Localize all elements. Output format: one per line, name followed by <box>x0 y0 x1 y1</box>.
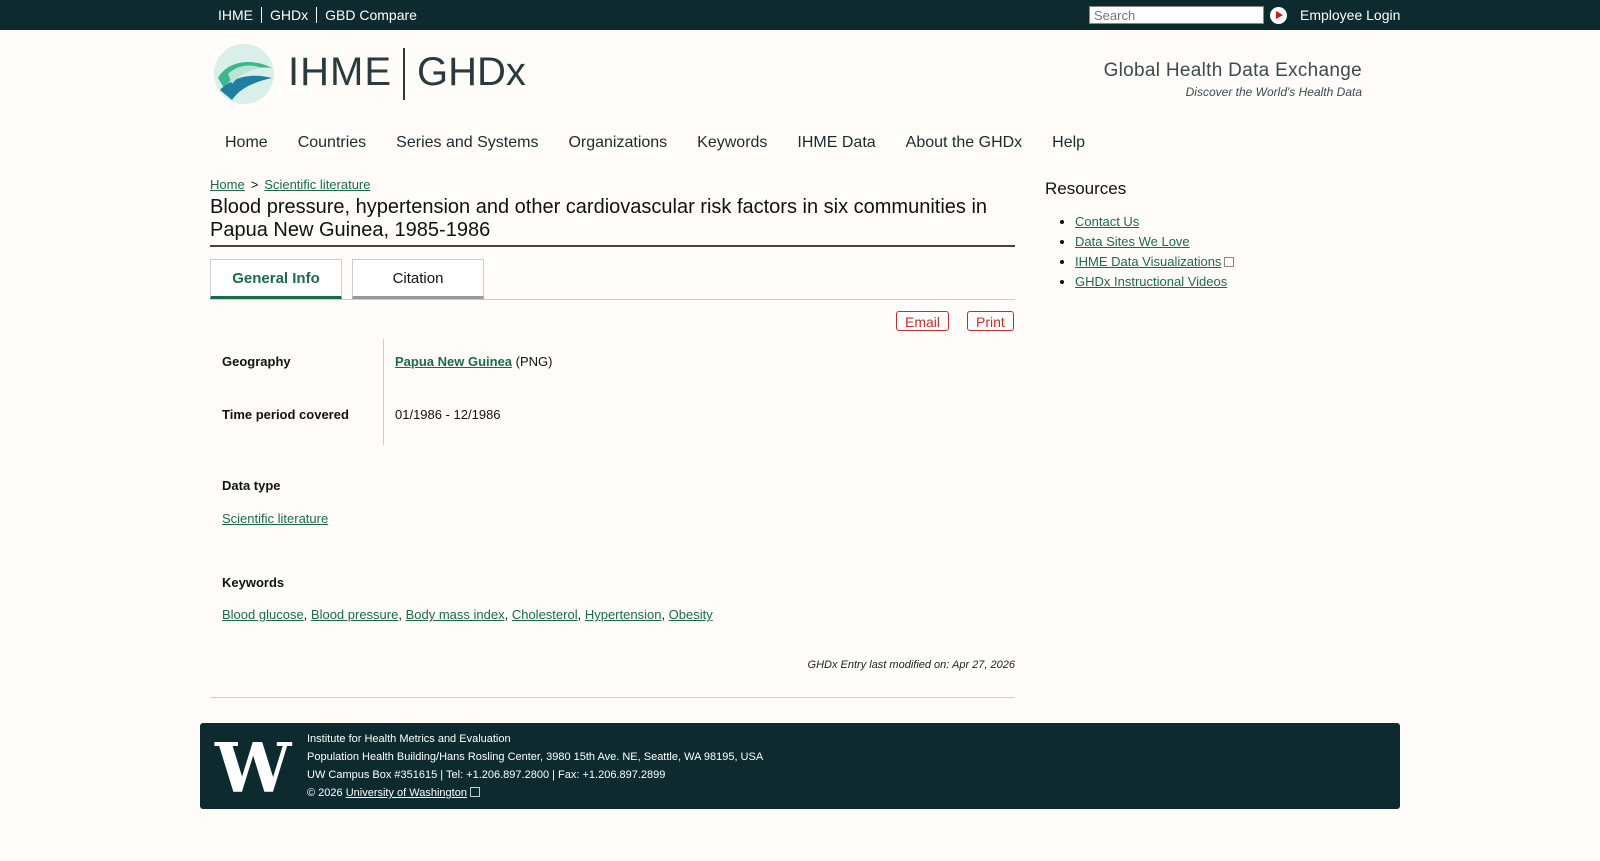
geography-value: Papua New Guinea (PNG) <box>395 354 553 369</box>
list-item: Data Sites We Love <box>1075 234 1234 249</box>
keyword-link[interactable]: Body mass index <box>406 607 505 622</box>
list-item: Contact Us <box>1075 214 1234 229</box>
keywords-list: Blood glucose, Blood pressure, Body mass… <box>222 607 713 622</box>
logo-text-ghdx[interactable]: GHDx <box>417 50 526 95</box>
nav-item-about[interactable]: About the GHDx <box>906 134 1023 152</box>
logo-text-ihme[interactable]: IHME <box>288 50 392 95</box>
nav-item-home[interactable]: Home <box>225 134 268 152</box>
data-type-value: Scientific literature <box>222 511 328 526</box>
nav-item-countries[interactable]: Countries <box>298 134 366 152</box>
uw-logo-icon[interactable]: W <box>215 735 291 803</box>
tab-general-info[interactable]: General Info <box>210 259 342 299</box>
field-divider <box>383 339 384 445</box>
top-link-divider <box>261 7 262 23</box>
nav-item-series-and-systems[interactable]: Series and Systems <box>396 134 538 152</box>
keywords-label: Keywords <box>222 575 285 590</box>
ihme-logo-icon[interactable] <box>214 44 274 104</box>
breadcrumb: Home > Scientific literature <box>210 177 371 192</box>
data-type-link[interactable]: Scientific literature <box>222 511 328 526</box>
data-type-label: Data type <box>222 478 281 493</box>
uw-link[interactable]: University of Washington <box>346 787 467 799</box>
keyword-link[interactable]: Blood pressure <box>311 607 398 622</box>
top-links: IHME GHDx GBD Compare <box>218 0 417 30</box>
page-title: Blood pressure, hypertension and other c… <box>210 196 1015 247</box>
keyword-link[interactable]: Cholesterol <box>512 607 578 622</box>
main-nav: Home Countries Series and Systems Organi… <box>225 134 1115 152</box>
nav-item-ihme-data[interactable]: IHME Data <box>797 134 875 152</box>
top-link-gbd-compare[interactable]: GBD Compare <box>325 7 417 23</box>
footer: W Institute for Health Metrics and Evalu… <box>200 723 1400 809</box>
resources-list: Contact Us Data Sites We Love IHME Data … <box>1045 214 1235 294</box>
resource-data-sites[interactable]: Data Sites We Love <box>1075 234 1190 249</box>
footer-line: Population Health Building/Hans Rosling … <box>307 751 764 763</box>
keyword-link[interactable]: Blood glucose <box>222 607 304 622</box>
geography-label: Geography <box>222 354 291 369</box>
external-link-icon <box>469 787 480 797</box>
copyright: © 2026 <box>307 787 343 799</box>
breadcrumb-home[interactable]: Home <box>210 177 245 192</box>
keyword-link[interactable]: Obesity <box>669 607 713 622</box>
logo-divider <box>403 48 405 100</box>
resource-instructional-videos[interactable]: GHDx Instructional Videos <box>1075 274 1227 289</box>
list-item: IHME Data Visualizations <box>1075 254 1235 269</box>
resource-ihme-visualizations[interactable]: IHME Data Visualizations <box>1075 254 1221 269</box>
nav-item-help[interactable]: Help <box>1052 134 1085 152</box>
email-button[interactable]: Email <box>896 311 950 331</box>
search-box <box>1089 6 1264 24</box>
content-divider <box>210 697 1015 698</box>
footer-text: Institute for Health Metrics and Evaluat… <box>307 730 763 802</box>
print-button[interactable]: Print <box>967 311 1014 331</box>
top-link-ghdx[interactable]: GHDx <box>270 7 308 23</box>
site-tagline: Global Health Data Exchange <box>1103 60 1362 81</box>
footer-line: © 2026 University of Washington <box>307 784 763 802</box>
resources-title: Resources <box>1045 179 1127 198</box>
last-modified: GHDx Entry last modified on: Apr 27, 202… <box>807 659 1015 671</box>
top-link-ihme[interactable]: IHME <box>218 7 253 23</box>
time-period-value: 01/1986 - 12/1986 <box>395 407 501 422</box>
footer-line: UW Campus Box #351615 | Tel: +1.206.897.… <box>307 769 666 781</box>
resource-contact-us[interactable]: Contact Us <box>1075 214 1139 229</box>
footer-line: Institute for Health Metrics and Evaluat… <box>307 733 511 745</box>
time-period-label: Time period covered <box>222 407 349 422</box>
top-link-divider <box>316 7 318 23</box>
site-subtagline: Discover the World's Health Data <box>1185 85 1362 99</box>
keyword-link[interactable]: Hypertension <box>585 607 662 622</box>
nav-item-organizations[interactable]: Organizations <box>568 134 667 152</box>
tab-citation[interactable]: Citation <box>352 259 484 299</box>
employee-login-link[interactable]: Employee Login <box>1300 0 1400 30</box>
nav-item-keywords[interactable]: Keywords <box>697 134 767 152</box>
tab-bar: General Info Citation <box>210 259 1015 300</box>
search-input[interactable] <box>1090 7 1263 24</box>
external-link-icon <box>1224 257 1235 267</box>
breadcrumb-scientific-literature[interactable]: Scientific literature <box>264 177 370 192</box>
search-submit-icon[interactable] <box>1270 7 1287 24</box>
breadcrumb-separator: > <box>250 177 259 192</box>
list-item: GHDx Instructional Videos <box>1075 274 1234 289</box>
geography-code: (PNG) <box>515 354 553 369</box>
geography-link[interactable]: Papua New Guinea <box>395 354 512 369</box>
